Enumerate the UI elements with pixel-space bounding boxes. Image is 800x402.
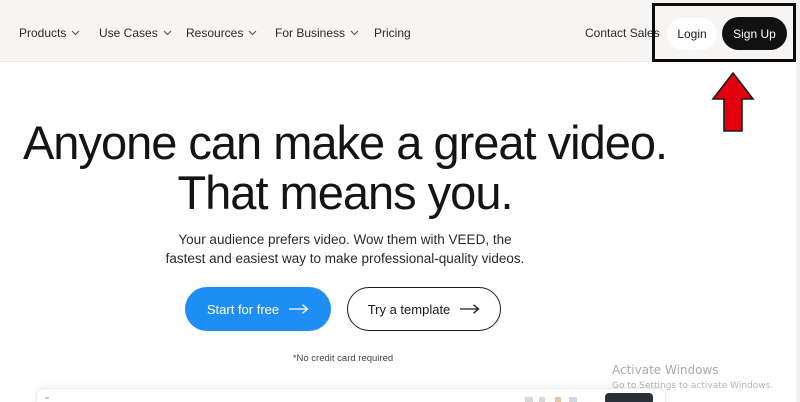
try-a-template-label: Try a template	[367, 301, 451, 317]
hero-title-line1: Anyone can make a great video.	[22, 116, 668, 169]
chevron-down-icon	[163, 30, 172, 36]
nav-use-cases-label: Use Cases	[99, 26, 158, 40]
hero-subtitle-line2: fastest and easiest way to make professi…	[165, 251, 525, 266]
nav-resources-label: Resources	[186, 26, 244, 40]
preview-menu-dot	[45, 397, 49, 399]
nav-for-business[interactable]: For Business	[275, 26, 359, 40]
preview-dark-button	[605, 393, 653, 402]
start-for-free-label: Start for free	[206, 301, 280, 317]
try-a-template-button[interactable]: Try a template	[347, 287, 501, 331]
hero-title-line2: That means you.	[177, 166, 513, 219]
nav-products[interactable]: Products	[19, 26, 80, 40]
activate-windows-title: Activate Windows	[612, 363, 719, 377]
contact-sales-label: Contact Sales	[585, 26, 660, 40]
arrow-right-icon	[460, 304, 480, 314]
annotation-highlight-box	[652, 3, 796, 62]
red-up-arrow-icon	[711, 71, 755, 132]
nav-products-label: Products	[19, 26, 67, 40]
preview-toolbar-icons	[525, 397, 585, 402]
nav-resources[interactable]: Resources	[186, 26, 257, 40]
arrow-right-icon	[289, 304, 309, 314]
nav-pricing-label: Pricing	[374, 26, 411, 40]
nav-use-cases[interactable]: Use Cases	[99, 26, 172, 40]
start-for-free-button[interactable]: Start for free	[185, 287, 331, 331]
hero-subtitle-line1: Your audience prefers video. Wow them wi…	[178, 232, 512, 247]
chevron-down-icon	[350, 30, 359, 36]
chevron-down-icon	[248, 30, 257, 36]
nav-pricing[interactable]: Pricing	[374, 26, 411, 40]
chevron-down-icon	[71, 30, 80, 36]
no-credit-card-note: *No credit card required	[292, 353, 394, 364]
nav-for-business-label: For Business	[275, 26, 346, 40]
window-scrollbar[interactable]	[796, 0, 800, 402]
nav-contact-sales[interactable]: Contact Sales	[585, 26, 660, 40]
